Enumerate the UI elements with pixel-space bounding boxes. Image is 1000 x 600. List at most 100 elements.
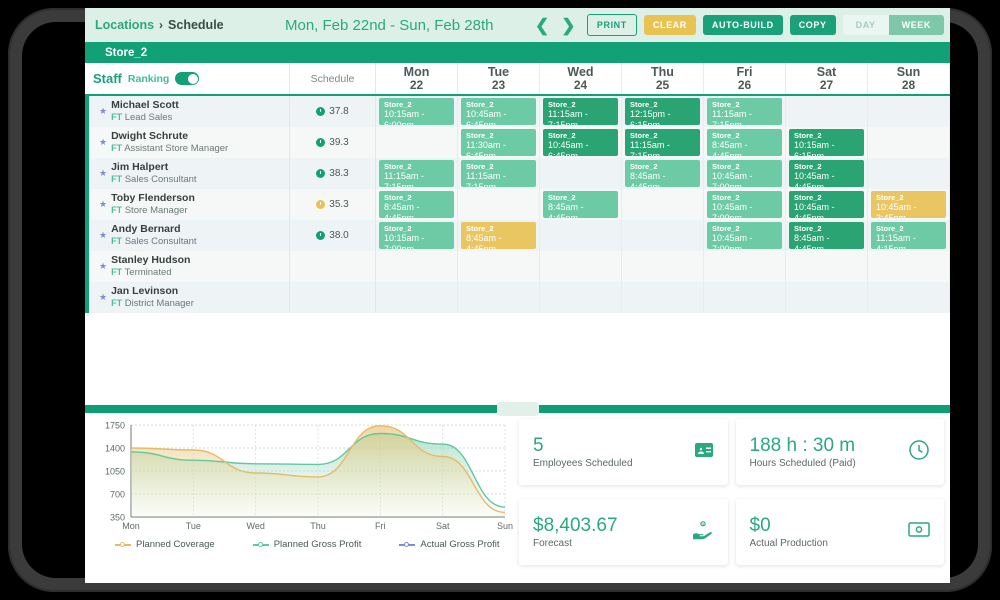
schedule-cell[interactable]: Store_211:15am - 7:15pm xyxy=(458,158,540,189)
schedule-cell-empty[interactable] xyxy=(540,158,622,189)
day-column-header-sun[interactable]: Sun 28 xyxy=(868,63,950,94)
shift-block[interactable]: Store_210:15am - 7:00pm xyxy=(379,222,454,249)
schedule-cell[interactable]: Store_210:15am - 7:00pm xyxy=(376,220,458,251)
schedule-cell[interactable]: Store_28:45am - 4:45pm xyxy=(540,189,622,220)
shift-block[interactable]: Store_211:15am - 7:15pm xyxy=(625,129,700,156)
staff-cell[interactable]: ★ Jim Halpert FT Sales Consultant xyxy=(85,158,290,189)
schedule-cell-empty[interactable] xyxy=(540,251,622,282)
legend-item-actual-gross-profit[interactable]: Actual Gross Profit xyxy=(399,539,500,550)
ranking-toggle[interactable] xyxy=(175,72,200,85)
schedule-cell[interactable]: Store_210:45am - 4:45pm xyxy=(786,158,868,189)
print-button[interactable]: PRINT xyxy=(586,14,637,36)
day-column-header-fri[interactable]: Fri 26 xyxy=(704,63,786,94)
view-mode-day[interactable]: DAY xyxy=(842,15,889,35)
auto-build-button[interactable]: AUTO-BUILD xyxy=(702,15,783,35)
schedule-cell-empty[interactable] xyxy=(458,251,540,282)
schedule-cell-empty[interactable] xyxy=(868,282,950,313)
schedule-cell-empty[interactable] xyxy=(622,189,704,220)
shift-block[interactable]: Store_210:45am - 7:00pm xyxy=(707,191,782,218)
schedule-cell[interactable]: Store_28:45am - 4:45pm xyxy=(622,158,704,189)
schedule-cell[interactable]: Store_210:45am - 6:45pm xyxy=(458,96,540,127)
view-mode-week[interactable]: WEEK xyxy=(888,15,944,35)
day-column-header-sat[interactable]: Sat 27 xyxy=(786,63,868,94)
schedule-cell-empty[interactable] xyxy=(622,220,704,251)
panel-resize-handle[interactable] xyxy=(496,402,539,416)
day-column-header-tue[interactable]: Tue 23 xyxy=(458,63,540,94)
schedule-cell-empty[interactable] xyxy=(704,251,786,282)
shift-block[interactable]: Store_211:15am - 4:15pm xyxy=(871,222,946,249)
shift-block[interactable]: Store_28:45am - 4:45pm xyxy=(707,129,782,156)
shift-block[interactable]: Store_210:45am - 6:45pm xyxy=(543,129,618,156)
shift-block[interactable]: Store_210:15am - 6:00pm xyxy=(379,98,454,125)
schedule-cell[interactable]: Store_210:45am - 4:45pm xyxy=(786,189,868,220)
shift-block[interactable]: Store_212:15pm - 6:15pm xyxy=(625,98,700,125)
stat-card[interactable]: 188 h : 30 m Hours Scheduled (Paid) xyxy=(735,419,944,485)
day-column-header-mon[interactable]: Mon 22 xyxy=(376,63,458,94)
shift-block[interactable]: Store_210:45am - 4:45pm xyxy=(789,160,864,187)
schedule-cell-empty[interactable] xyxy=(540,282,622,313)
schedule-cell-empty[interactable] xyxy=(704,282,786,313)
schedule-cell-empty[interactable] xyxy=(786,251,868,282)
shift-block[interactable]: Store_211:15am - 7:15pm xyxy=(461,160,536,187)
schedule-cell-empty[interactable] xyxy=(376,127,458,158)
schedule-cell-empty[interactable] xyxy=(786,282,868,313)
schedule-cell-empty[interactable] xyxy=(540,220,622,251)
chevron-left-icon[interactable]: ❮ xyxy=(535,17,549,34)
schedule-cell[interactable]: Store_210:45am - 6:45pm xyxy=(540,127,622,158)
store-name-bar[interactable]: Store_2 xyxy=(85,42,950,63)
schedule-cell-empty[interactable] xyxy=(868,96,950,127)
staff-cell[interactable]: ★ Andy Bernard FT Sales Consultant xyxy=(85,220,290,251)
breadcrumb-locations[interactable]: Locations xyxy=(95,18,154,32)
shift-block[interactable]: Store_28:45am - 4:45pm xyxy=(789,222,864,249)
schedule-cell[interactable]: Store_211:15am - 7:15pm xyxy=(622,127,704,158)
staff-cell[interactable]: ★ Michael Scott FT Lead Sales xyxy=(85,96,290,127)
schedule-cell[interactable]: Store_210:15am - 6:15pm xyxy=(786,127,868,158)
staff-cell[interactable]: ★ Dwight Schrute FT Assistant Store Manage… xyxy=(85,127,290,158)
schedule-cell[interactable]: Store_28:45am - 4:45pm xyxy=(786,220,868,251)
schedule-cell-empty[interactable] xyxy=(622,251,704,282)
clear-button[interactable]: CLEAR xyxy=(643,15,696,35)
schedule-cell[interactable]: Store_28:45am - 4:45pm xyxy=(376,189,458,220)
schedule-cell-empty[interactable] xyxy=(786,96,868,127)
stat-card[interactable]: 5 Employees Scheduled xyxy=(519,419,728,485)
day-column-header-wed[interactable]: Wed 24 xyxy=(540,63,622,94)
schedule-cell[interactable]: Store_210:45am - 7:00pm xyxy=(704,220,786,251)
schedule-cell-empty[interactable] xyxy=(868,127,950,158)
shift-block[interactable]: Store_210:45am - 4:45pm xyxy=(789,191,864,218)
shift-block[interactable]: Store_210:45am - 7:00pm xyxy=(707,160,782,187)
schedule-cell-empty[interactable] xyxy=(622,282,704,313)
schedule-cell[interactable]: Store_211:15am - 4:15pm xyxy=(868,220,950,251)
shift-block[interactable]: Store_210:45am - 7:00pm xyxy=(707,222,782,249)
schedule-cell[interactable]: Store_211:15am - 7:15pm xyxy=(376,158,458,189)
copy-button[interactable]: COPY xyxy=(789,15,836,35)
chevron-right-icon[interactable]: ❯ xyxy=(561,17,575,34)
shift-block[interactable]: Store_211:15am - 7:15pm xyxy=(543,98,618,125)
day-column-header-thu[interactable]: Thu 25 xyxy=(622,63,704,94)
shift-block[interactable]: Store_211:15am - 7:15pm xyxy=(379,160,454,187)
schedule-cell[interactable]: Store_211:30am - 6:45pm xyxy=(458,127,540,158)
schedule-cell[interactable]: Store_211:15am - 7:15pm xyxy=(704,96,786,127)
shift-block[interactable]: Store_211:15am - 7:15pm xyxy=(707,98,782,125)
stat-card[interactable]: $8,403.67 Forecast xyxy=(519,499,728,565)
legend-item-planned-gross-profit[interactable]: Planned Gross Profit xyxy=(252,539,361,550)
schedule-cell[interactable]: Store_211:15am - 7:15pm xyxy=(540,96,622,127)
schedule-cell[interactable]: Store_212:15pm - 6:15pm xyxy=(622,96,704,127)
schedule-cell[interactable]: Store_210:45am - 3:45pm xyxy=(868,189,950,220)
staff-cell[interactable]: ★ Jan Levinson FT District Manager xyxy=(85,282,290,313)
shift-block[interactable]: Store_210:45am - 6:45pm xyxy=(461,98,536,125)
shift-block[interactable]: Store_28:45am - 4:45pm xyxy=(625,160,700,187)
shift-block[interactable]: Store_210:45am - 3:45pm xyxy=(871,191,946,218)
schedule-cell[interactable]: Store_210:15am - 6:00pm xyxy=(376,96,458,127)
schedule-cell-empty[interactable] xyxy=(376,282,458,313)
stat-card[interactable]: $0 Actual Production xyxy=(735,499,944,565)
schedule-cell[interactable]: Store_28:45am - 4:45pm xyxy=(458,220,540,251)
shift-block[interactable]: Store_211:30am - 6:45pm xyxy=(461,129,536,156)
schedule-cell[interactable]: Store_210:45am - 7:00pm xyxy=(704,158,786,189)
schedule-cell-empty[interactable] xyxy=(376,251,458,282)
staff-cell[interactable]: ★ Toby Flenderson FT Store Manager xyxy=(85,189,290,220)
legend-item-planned-coverage[interactable]: Planned Coverage xyxy=(115,539,215,550)
shift-block[interactable]: Store_28:45am - 4:45pm xyxy=(543,191,618,218)
shift-block[interactable]: Store_28:45am - 4:45pm xyxy=(461,222,536,249)
schedule-cell-empty[interactable] xyxy=(868,251,950,282)
schedule-cell[interactable]: Store_210:45am - 7:00pm xyxy=(704,189,786,220)
